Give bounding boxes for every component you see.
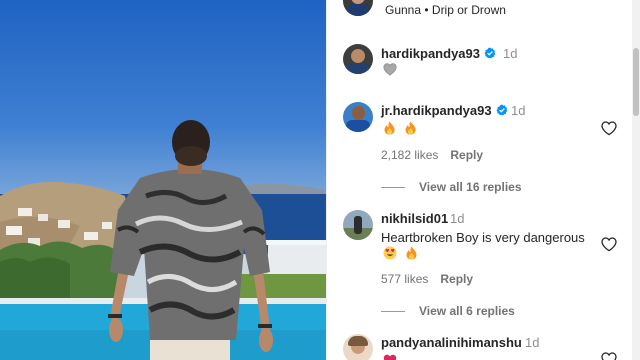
replies-divider [381, 187, 405, 189]
scrollbar-thumb[interactable] [633, 48, 639, 116]
like-comment-heart-icon[interactable] [601, 121, 617, 137]
view-replies-button[interactable]: View all 16 replies [381, 180, 522, 194]
fire-icon [383, 121, 396, 140]
replies-divider [381, 311, 405, 313]
post-audio-label[interactable]: Gunna • Drip or Drown [385, 3, 506, 17]
like-comment-heart-icon[interactable] [601, 352, 617, 360]
comment-time[interactable]: 1d [450, 211, 464, 226]
caption-username[interactable]: hardikpandya93 [381, 46, 480, 61]
comment-username-row: pandyanalinihimanshu [381, 335, 522, 350]
caption-username-row: hardikpandya93 [381, 46, 496, 61]
post-media[interactable] [0, 0, 326, 360]
like-comment-heart-icon[interactable] [601, 237, 617, 253]
post-photo [0, 120, 326, 360]
comment-avatar[interactable] [343, 210, 373, 240]
view-replies-label: View all 16 replies [419, 180, 522, 194]
fire-icon [405, 246, 418, 265]
caption-author-avatar[interactable] [343, 44, 373, 74]
comment-time[interactable]: 1d [511, 103, 525, 118]
red-heart-icon [383, 354, 397, 360]
building [268, 244, 326, 276]
verified-badge-icon [484, 47, 496, 59]
comments-scrollbar[interactable] [632, 0, 640, 360]
comment-avatar[interactable] [343, 102, 373, 132]
heart-eyes-icon [383, 246, 397, 265]
verified-badge-icon [496, 104, 508, 116]
fire-icon [404, 121, 417, 140]
comment-avatar[interactable] [343, 334, 373, 360]
comments-panel[interactable]: Gunna • Drip or Drown hardikpandya93 1d … [326, 0, 640, 360]
reply-button[interactable]: Reply [440, 272, 473, 286]
view-replies-label: View all 6 replies [419, 304, 515, 318]
caption-time[interactable]: 1d [503, 46, 517, 61]
comment-meta: 577 likes Reply [381, 272, 473, 286]
view-replies-button[interactable]: View all 6 replies [381, 304, 515, 318]
comment-username[interactable]: nikhilsid01 [381, 211, 448, 226]
comment-username[interactable]: jr.hardikpandya93 [381, 103, 492, 118]
comment-likes[interactable]: 577 likes [381, 272, 428, 286]
reply-button[interactable]: Reply [450, 148, 483, 162]
comment-meta: 2,182 likes Reply [381, 148, 483, 162]
comment-text: Heartbroken Boy is very dangerous [381, 230, 585, 245]
comment-likes[interactable]: 2,182 likes [381, 148, 438, 162]
grey-heart-icon [383, 63, 397, 81]
comment-time[interactable]: 1d [525, 335, 539, 350]
comment-username[interactable]: pandyanalinihimanshu [381, 335, 522, 350]
comment-username-row: nikhilsid01 [381, 211, 448, 226]
comment-emojis [383, 121, 421, 140]
comment-username-row: jr.hardikpandya93 [381, 103, 508, 118]
comment-emojis [383, 246, 422, 265]
post-author-avatar[interactable] [343, 0, 373, 16]
